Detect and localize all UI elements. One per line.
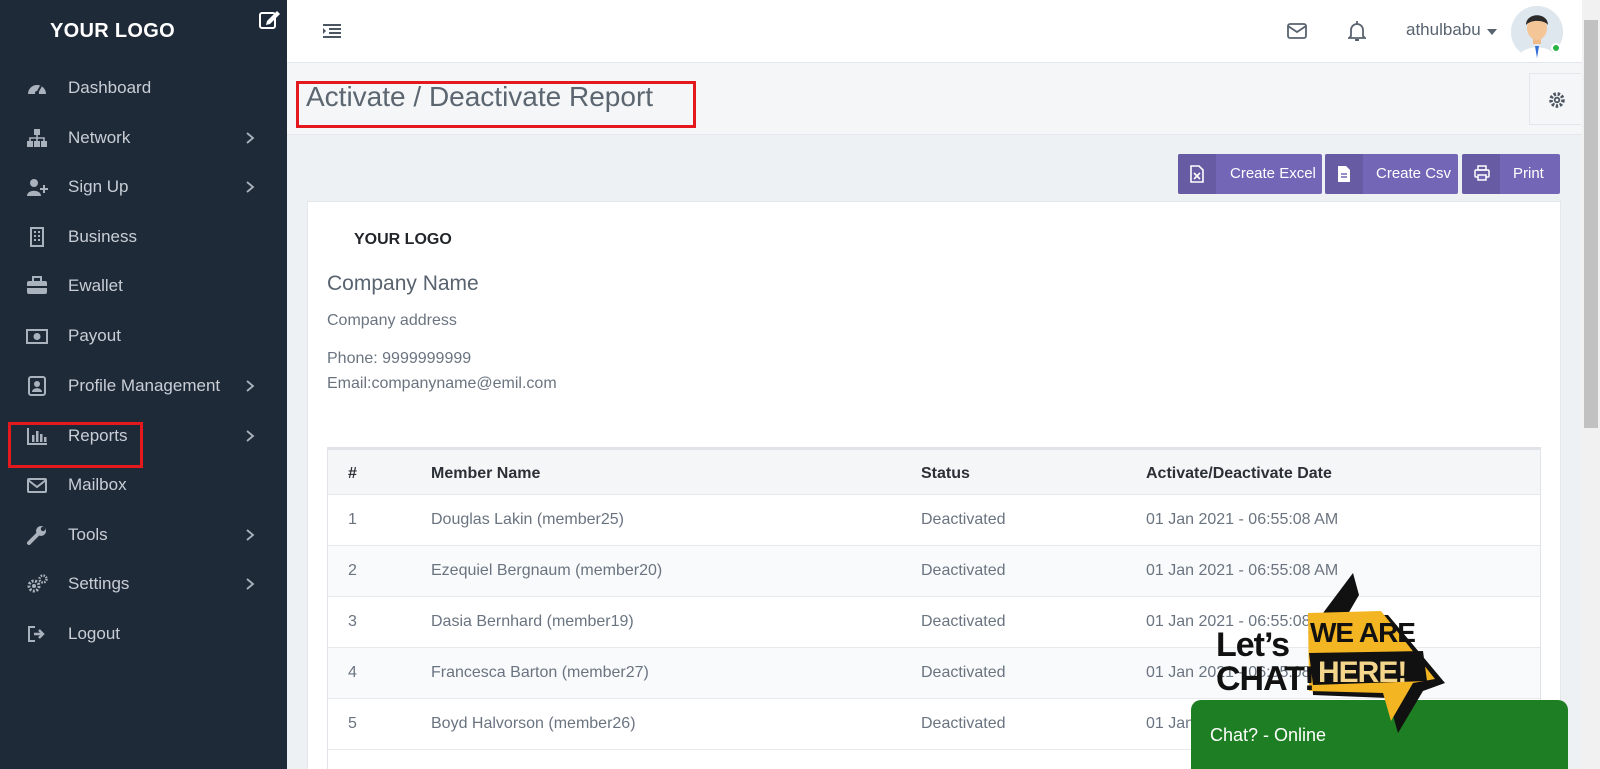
sidebar-item-label: Settings [68,574,130,593]
scrollbar-thumb[interactable] [1584,20,1598,428]
company-phone: Phone: 9999999999 [327,350,472,367]
sidebar-item-network[interactable]: Network [0,116,287,160]
mail-icon[interactable] [1287,22,1307,40]
sidebar-item-settings[interactable]: Settings [0,562,287,606]
member-name: Francesca Barton (member27) [431,664,649,681]
sidebar-item-label: Business [68,227,137,246]
print-icon [1474,165,1490,181]
sidebar-item-business[interactable]: Business [0,215,287,259]
status: Deactivated [921,715,1006,732]
company-name: Company Name [327,272,479,295]
sidebar-item-ewallet[interactable]: Ewallet [0,264,287,308]
user-plus-icon [27,179,48,196]
sidebar-item-payout[interactable]: Payout [0,314,287,358]
file-text-icon [1338,166,1350,182]
create-excel-button[interactable]: Create Excel [1178,154,1322,194]
member-name: Douglas Lakin (member25) [431,511,624,528]
chat-badge-line2: CHAT! [1216,660,1315,698]
chat-badge-line1: Let’s [1216,626,1290,664]
column-header: Member Name [431,465,541,482]
member-name: Dasia Bernhard (member19) [431,613,634,630]
wrench-icon [27,526,46,545]
column-header: # [348,465,357,482]
username-label[interactable]: athulbabu [1406,20,1481,40]
status: Deactivated [921,664,1006,681]
row-index: 1 [348,511,357,528]
sidebar-item-label: Logout [68,624,120,643]
row-index: 3 [348,613,357,630]
gears-icon [27,574,48,593]
column-header: Status [921,465,970,482]
money-icon [26,329,48,344]
table-row: 1 Douglas Lakin (member25) Deactivated 0… [328,495,1540,546]
sidebar: YOUR LOGO Dashboard Network Sign Up Busi… [0,0,287,769]
chevron-right-icon [246,578,255,590]
row-index: 2 [348,562,357,579]
status: Deactivated [921,562,1006,579]
create-csv-label: Create Csv [1376,165,1452,182]
date: 01 Jan 2021 - 06:55:08 AM [1146,511,1339,528]
status: Deactivated [921,511,1006,528]
column-header: Activate/Deactivate Date [1146,465,1332,482]
chat-badge-we-are: WE ARE [1310,617,1416,648]
menu-toggle-icon[interactable] [322,22,342,40]
chevron-right-icon [246,181,255,193]
create-csv-button[interactable]: Create Csv [1325,154,1458,194]
title-highlight-box [296,81,696,128]
settings-toggle-button[interactable] [1529,73,1581,125]
member-name: Ezequiel Bergnaum (member20) [431,562,663,579]
sidebar-item-logout[interactable]: Logout [0,612,287,656]
file-excel-icon [1190,165,1204,183]
sidebar-item-label: Tools [68,525,108,544]
reports-highlight-box [8,422,143,468]
chat-badge-here: HERE! [1318,656,1407,689]
sidebar-item-tools[interactable]: Tools [0,513,287,557]
print-button[interactable]: Print [1462,154,1560,194]
top-bar: athulbabu [287,0,1582,63]
dashboard-icon [28,85,46,95]
sidebar-item-label: Profile Management [68,376,221,395]
gear-icon [1549,92,1565,108]
sidebar-item-dashboard[interactable]: Dashboard [0,66,287,110]
sidebar-item-label: Mailbox [68,475,127,494]
network-icon [27,129,47,147]
building-icon [30,227,44,247]
chevron-right-icon [246,380,255,392]
status: Deactivated [921,613,1006,630]
sidebar-item-label: Ewallet [68,276,123,295]
sidebar-item-sign-up[interactable]: Sign Up [0,165,287,209]
chevron-right-icon [246,430,255,442]
row-index: 4 [348,664,357,681]
table-header-row: # Member Name Status Activate/Deactivate… [328,448,1540,495]
online-status-dot [1551,43,1561,53]
address-book-icon [28,376,46,396]
member-name: Boyd Halvorson (member26) [431,715,636,732]
sidebar-item-profile-management[interactable]: Profile Management [0,364,287,408]
print-label: Print [1513,165,1544,182]
chevron-right-icon [246,529,255,541]
chevron-right-icon [246,132,255,144]
sidebar-item-label: Dashboard [68,78,152,97]
company-address: Company address [327,312,457,329]
sidebar-logo: YOUR LOGO [50,20,175,42]
bell-icon[interactable] [1348,20,1366,42]
chat-badge-lets-text[interactable]: Let’s CHAT! [1216,626,1315,698]
sidebar-item-label: Payout [68,326,121,345]
caret-down-icon[interactable] [1487,28,1497,36]
company-email: Email:companyname@emil.com [327,375,557,392]
sidebar-item-label: Sign Up [68,177,129,196]
sidebar-item-label: Network [68,128,131,147]
sign-out-icon [28,626,45,642]
briefcase-icon [27,276,47,294]
row-index: 5 [348,715,357,732]
edit-icon[interactable] [258,8,282,30]
report-logo: YOUR LOGO [354,231,452,248]
create-excel-label: Create Excel [1230,165,1316,182]
envelope-icon [27,478,47,493]
sidebar-item-mailbox[interactable]: Mailbox [0,463,287,507]
